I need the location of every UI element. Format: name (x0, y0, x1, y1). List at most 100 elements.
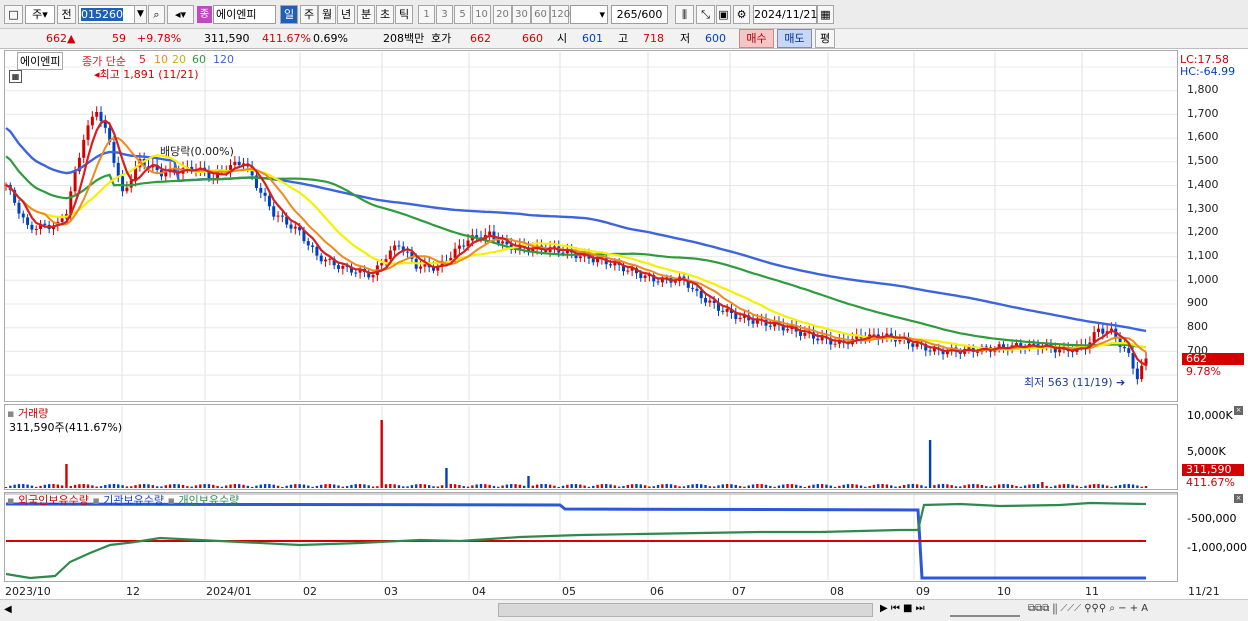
volume-bar (1010, 484, 1014, 488)
volume-bar (475, 484, 478, 488)
volume-bar (574, 484, 578, 488)
candle-body (738, 317, 742, 320)
volume-bar (782, 484, 785, 488)
volume-bar (1136, 485, 1139, 488)
candle-body (488, 231, 492, 235)
volume-bar (1144, 485, 1148, 488)
volume-bar (259, 484, 262, 488)
volume-bar (207, 484, 211, 488)
x-tick: 07 (732, 585, 746, 598)
volume-bar (656, 485, 660, 488)
volume-bar (902, 484, 906, 488)
volume-bar (281, 486, 284, 488)
volume-bar (553, 485, 556, 488)
candle-body (164, 172, 168, 177)
ma60-label: 60 (192, 53, 206, 66)
volume-bar (700, 484, 703, 488)
stock-chart[interactable] (0, 0, 1248, 621)
candle-body (43, 223, 47, 225)
price-ytick: 900 (1187, 296, 1208, 310)
volume-bar (78, 484, 81, 488)
candle-body (90, 116, 94, 126)
volume-bar (855, 484, 858, 488)
candle-body (341, 265, 345, 269)
volume-bar (820, 484, 824, 488)
volume-bar (613, 485, 617, 488)
scroll-left-icon[interactable]: ◀ (4, 604, 12, 615)
volume-bar (972, 484, 975, 488)
candle-body (60, 218, 64, 222)
volume-bar (216, 485, 219, 488)
volume-bar (432, 486, 435, 488)
candle-body (704, 298, 708, 303)
volume-bar (898, 486, 902, 488)
volume-bar (557, 486, 560, 488)
volume-bar (890, 485, 893, 488)
volume-bar (298, 484, 301, 488)
x-tick: 2024/01 (206, 585, 252, 598)
candle-body (125, 187, 129, 192)
candle-body (86, 125, 90, 140)
volume-bar (406, 486, 409, 488)
volume-bar (345, 486, 349, 488)
volume-bar (151, 485, 155, 488)
volume-bar (738, 486, 742, 488)
holding-close-icon[interactable]: × (1234, 494, 1243, 503)
volume-bar (501, 485, 504, 488)
grid-toggle-icon[interactable]: ▦ (9, 70, 22, 83)
price-ytick: 1,100 (1187, 248, 1219, 262)
volume-bar (419, 484, 422, 488)
candle-body (30, 224, 34, 230)
volume-bar (950, 485, 953, 488)
volume-bar (1028, 484, 1031, 488)
volume-bar (380, 420, 383, 488)
price-ytick: 1,600 (1187, 130, 1219, 144)
candle-body (708, 300, 712, 303)
volume-bar (579, 484, 582, 488)
candle-body (1058, 349, 1062, 353)
volume-bar (35, 486, 38, 488)
volume-bar (95, 486, 98, 488)
volume-bar (458, 484, 461, 488)
candle-body (319, 255, 323, 262)
zoom-slider[interactable] (950, 603, 1020, 617)
volume-bar (1015, 485, 1018, 488)
volume-bar (410, 485, 414, 488)
institution-legend: 기관보유수량 (103, 494, 165, 507)
volume-bar (665, 484, 668, 488)
volume-bar (104, 484, 107, 488)
volume-bar (466, 486, 470, 488)
foreign-legend: 외국인보유수량 (17, 494, 89, 507)
holding-ytick-0: -500,000 (1187, 512, 1237, 525)
volume-bar (617, 486, 621, 488)
scroll-thumb[interactable] (498, 603, 873, 617)
volume-bar (397, 485, 401, 488)
volume-bar (52, 484, 55, 488)
volume-close-icon[interactable]: × (1234, 406, 1243, 415)
candle-body (501, 241, 505, 244)
volume-bar (976, 484, 979, 488)
volume-bar (691, 484, 694, 488)
chart-scrollbar[interactable]: ◀ ▶ ⏮ ■ ⏭ ⧉⧉⧉ ⫼ ⟋⟋⟋ ⚲⚲⚲ ⌕ − + A (0, 599, 1248, 621)
volume-bar (652, 486, 655, 488)
volume-bar (371, 486, 375, 488)
volume-bar (786, 484, 789, 488)
volume-bar (39, 485, 42, 488)
view-tools-icons[interactable]: ⧉⧉⧉ ⫼ ⟋⟋⟋ ⚲⚲⚲ ⌕ − + A (1028, 603, 1148, 614)
volume-bar (790, 484, 794, 488)
candle-body (1097, 328, 1100, 333)
volume-bar (907, 484, 910, 488)
candle-body (121, 176, 125, 192)
volume-bar (173, 484, 176, 488)
volume-bar (894, 486, 897, 488)
volume-bar (587, 486, 591, 488)
scroll-right-icon[interactable]: ▶ ⏮ ■ ⏭ (880, 603, 925, 614)
volume-bar (661, 484, 664, 488)
volume-bar (838, 485, 841, 488)
volume-bar (471, 485, 474, 488)
volume-bar (302, 484, 306, 488)
volume-bar (535, 484, 539, 488)
volume-bar (449, 484, 452, 488)
volume-bar (980, 484, 984, 488)
volume-bar (384, 484, 388, 488)
